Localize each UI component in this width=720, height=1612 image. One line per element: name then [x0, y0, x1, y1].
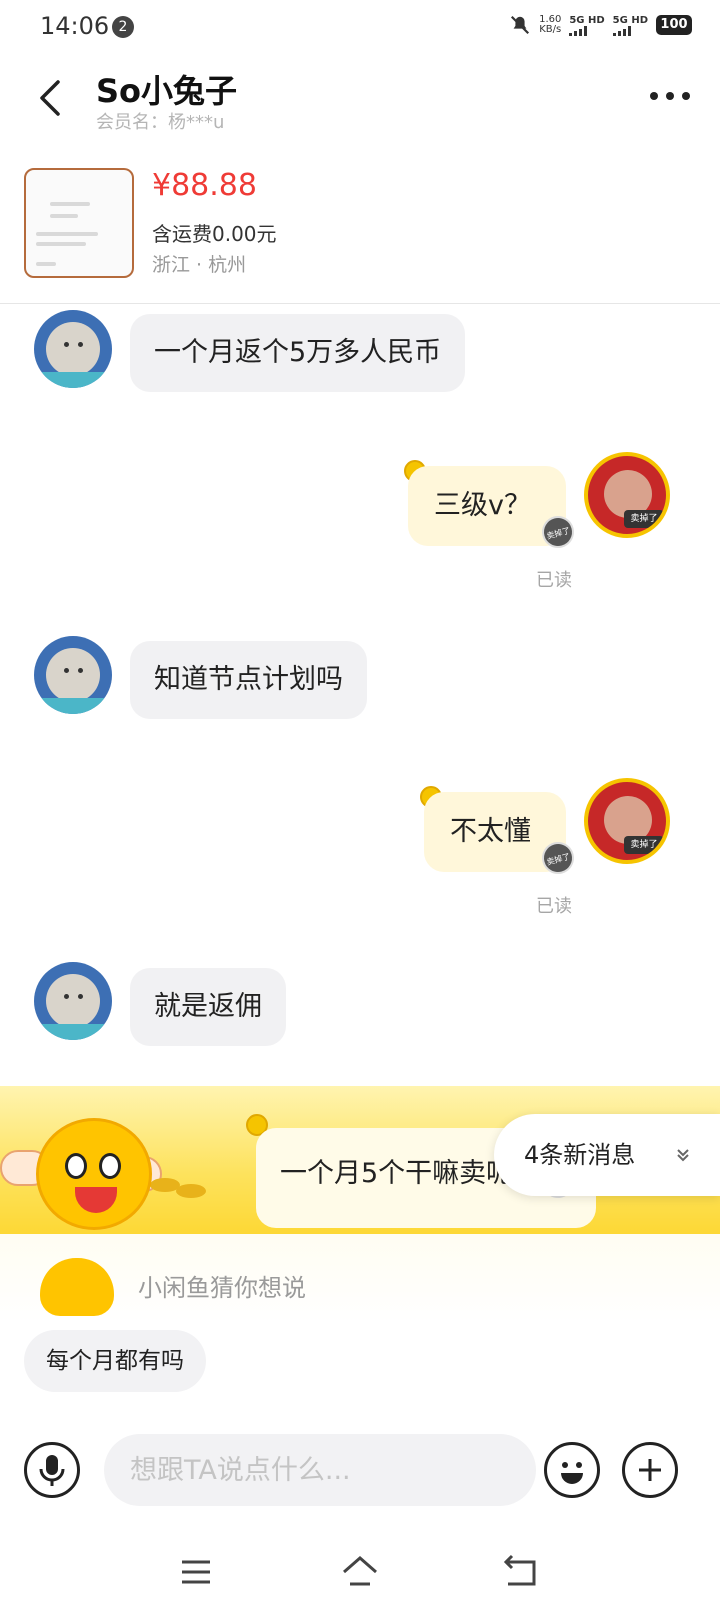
menu-icon[interactable] [176, 1552, 216, 1592]
sim2-label: 5G HD [612, 14, 648, 26]
back-arrow-icon[interactable] [30, 76, 70, 120]
status-time: 14:06 [40, 12, 110, 40]
sold-tag: 卖掉了 [624, 510, 664, 528]
net-speed-unit: KB/s [539, 24, 562, 35]
suggestion-chip[interactable]: 每个月都有吗 [24, 1330, 206, 1392]
signal-bars-icon [612, 25, 631, 36]
new-messages-button[interactable]: 4条新消息 [494, 1114, 720, 1196]
sim1-signal: 5G HD [569, 14, 605, 36]
plus-icon [639, 1459, 661, 1481]
read-status: 已读 [536, 896, 572, 917]
product-location: 浙江 · 杭州 [152, 254, 247, 276]
net-speed: 1.60 KB/s [539, 15, 561, 35]
status-indicators: 1.60 KB/s 5G HD 5G HD 100 [509, 14, 692, 36]
sim2-signal: 5G HD [612, 14, 648, 36]
message-bubble-received[interactable]: 就是返佣 [130, 968, 286, 1046]
mascot-icon [36, 1118, 152, 1230]
message-input[interactable] [104, 1434, 536, 1506]
more-icon[interactable] [650, 92, 690, 100]
new-messages-label: 4条新消息 [524, 1141, 636, 1169]
chat-header: So小兔子 会员名：杨***u [0, 56, 720, 146]
coin-pile [176, 1184, 206, 1198]
suggestion-title: 小闲鱼猜你想说 [138, 1274, 306, 1302]
emoji-button[interactable] [544, 1442, 600, 1498]
read-status: 已读 [536, 570, 572, 591]
chevron-down-icon [677, 1149, 689, 1162]
battery-indicator: 100 [656, 15, 692, 35]
product-shipping: 含运费0.00元 [152, 222, 277, 246]
emoji-icon [561, 1462, 583, 1484]
my-avatar[interactable]: 卖掉了 [584, 452, 670, 538]
notification-count-badge: 2 [112, 16, 134, 38]
mute-icon [511, 15, 530, 35]
product-thumbnail[interactable] [24, 168, 134, 278]
microphone-button[interactable] [24, 1442, 80, 1498]
home-icon[interactable] [340, 1552, 380, 1592]
contact-name: So小兔子 [96, 72, 238, 110]
product-card[interactable]: ¥88.88 含运费0.00元 浙江 · 杭州 [0, 146, 720, 304]
sim1-label: 5G HD [569, 14, 605, 26]
product-price: ¥88.88 [152, 168, 257, 203]
sold-tag: 卖掉了 [624, 836, 664, 854]
member-name: 会员名：杨***u [96, 112, 225, 133]
system-nav-bar [0, 1530, 720, 1612]
microphone-icon [39, 1455, 65, 1486]
message-bubble-received[interactable]: 知道节点计划吗 [130, 641, 367, 719]
contact-avatar[interactable] [34, 310, 112, 388]
my-avatar[interactable]: 卖掉了 [584, 778, 670, 864]
message-bubble-received[interactable]: 一个月返个5万多人民币 [130, 314, 466, 392]
contact-avatar[interactable] [34, 636, 112, 714]
contact-avatar[interactable] [34, 962, 112, 1040]
plus-button[interactable] [622, 1442, 678, 1498]
signal-bars-icon [569, 25, 588, 36]
back-nav-icon[interactable] [500, 1552, 540, 1592]
status-bar: 14:06 2 1.60 KB/s 5G HD 5G HD 100 [0, 0, 720, 56]
